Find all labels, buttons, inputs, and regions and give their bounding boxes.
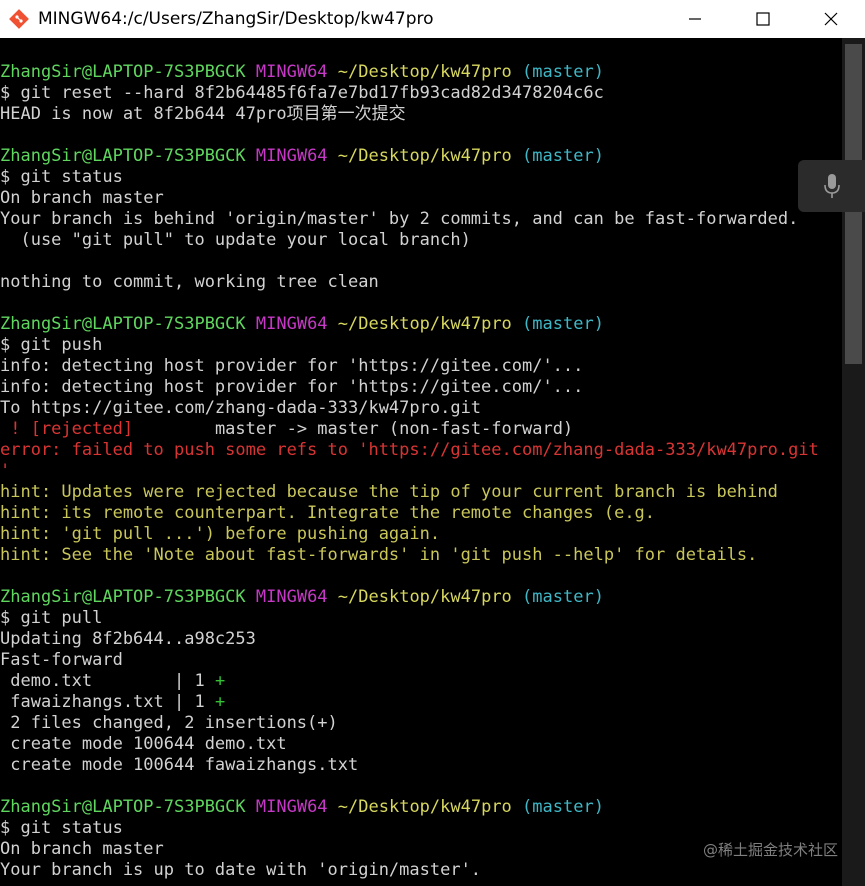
rejected-line: ! [rejected] master -> master (non-fast-… <box>0 419 842 440</box>
close-icon <box>824 12 838 26</box>
output-line: (use "git pull" to update your local bra… <box>0 230 471 250</box>
prompt-line: ZhangSir@LAPTOP-7S3PBGCK MINGW64 ~/Deskt… <box>0 797 842 818</box>
close-button[interactable] <box>797 0 865 38</box>
diffstat-file: fawaizhangs.txt | 1 <box>0 692 215 712</box>
output-line: info: detecting host provider for 'https… <box>0 377 584 397</box>
output-line: create mode 100644 demo.txt <box>0 734 287 754</box>
error-line-tail: ' <box>0 461 11 481</box>
minimize-button[interactable] <box>661 0 729 38</box>
output-line: Your branch is behind 'origin/master' by… <box>0 209 799 229</box>
prompt-env: MINGW64 <box>255 314 328 334</box>
output-line: To https://gitee.com/zhang-dada-333/kw47… <box>0 398 482 418</box>
prompt-path: ~/Desktop/kw47pro <box>337 146 512 166</box>
diffstat-line: demo.txt | 1 + <box>0 671 842 692</box>
output-line: Fast-forward <box>0 650 123 670</box>
prompt-env: MINGW64 <box>255 146 328 166</box>
title-bar[interactable]: MINGW64:/c/Users/ZhangSir/Desktop/kw47pr… <box>0 0 865 38</box>
prompt-user: ZhangSir@LAPTOP-7S3PBGCK <box>0 587 246 607</box>
output-line: On branch master <box>0 188 164 208</box>
prompt-branch: (master) <box>522 797 604 817</box>
command-line: $ git status <box>0 167 123 187</box>
prompt-line: ZhangSir@LAPTOP-7S3PBGCK MINGW64 ~/Deskt… <box>0 146 842 167</box>
prompt-user: ZhangSir@LAPTOP-7S3PBGCK <box>0 62 246 82</box>
microphone-icon <box>823 174 840 198</box>
prompt-path: ~/Desktop/kw47pro <box>337 314 512 334</box>
prompt-line: ZhangSir@LAPTOP-7S3PBGCK MINGW64 ~/Deskt… <box>0 314 842 335</box>
rejected-label: ! [rejected] <box>0 419 134 439</box>
output-line: 2 files changed, 2 insertions(+) <box>0 713 338 733</box>
output-line: Your branch is up to date with 'origin/m… <box>0 860 482 880</box>
terminal-window: MINGW64:/c/Users/ZhangSir/Desktop/kw47pr… <box>0 0 865 886</box>
minimize-icon <box>689 18 701 20</box>
watermark: @稀土掘金技术社区 <box>702 841 838 859</box>
prompt-line: ZhangSir@LAPTOP-7S3PBGCK MINGW64 ~/Deskt… <box>0 587 842 608</box>
diffstat-plus: + <box>214 671 226 691</box>
prompt-user: ZhangSir@LAPTOP-7S3PBGCK <box>0 146 246 166</box>
hint-line: hint: 'git pull ...') before pushing aga… <box>0 524 441 544</box>
prompt-branch: (master) <box>522 314 604 334</box>
voice-input-widget[interactable] <box>798 160 865 212</box>
diffstat-plus: + <box>214 692 226 712</box>
output-line: Updating 8f2b644..a98c253 <box>0 629 256 649</box>
output-line: create mode 100644 fawaizhangs.txt <box>0 755 359 775</box>
rejected-detail: master -> master (non-fast-forward) <box>133 419 574 439</box>
prompt-branch: (master) <box>522 146 604 166</box>
prompt-line: ZhangSir@LAPTOP-7S3PBGCK MINGW64 ~/Deskt… <box>0 62 842 83</box>
prompt-env: MINGW64 <box>255 62 328 82</box>
prompt-user: ZhangSir@LAPTOP-7S3PBGCK <box>0 314 246 334</box>
command-line: $ git pull <box>0 608 103 628</box>
output-line: HEAD is now at 8f2b644 47pro项目第一次提交 <box>0 104 406 124</box>
window-controls <box>661 0 865 38</box>
git-bash-icon <box>8 8 30 30</box>
diffstat-line: fawaizhangs.txt | 1 + <box>0 692 842 713</box>
prompt-path: ~/Desktop/kw47pro <box>337 62 512 82</box>
maximize-icon <box>756 12 770 26</box>
command-line: $ git status <box>0 818 123 838</box>
prompt-branch: (master) <box>522 587 604 607</box>
maximize-button[interactable] <box>729 0 797 38</box>
prompt-env: MINGW64 <box>255 797 328 817</box>
prompt-user: ZhangSir@LAPTOP-7S3PBGCK <box>0 797 246 817</box>
prompt-branch: (master) <box>522 62 604 82</box>
prompt-path: ~/Desktop/kw47pro <box>337 797 512 817</box>
command-line: $ git reset --hard 8f2b64485f6fa7e7bd17f… <box>0 83 604 103</box>
hint-line: hint: Updates were rejected because the … <box>0 482 778 502</box>
output-line: info: detecting host provider for 'https… <box>0 356 584 376</box>
diffstat-file: demo.txt | 1 <box>0 671 215 691</box>
output-line: nothing to commit, working tree clean <box>0 272 379 292</box>
prompt-path: ~/Desktop/kw47pro <box>337 587 512 607</box>
terminal-output[interactable]: ZhangSir@LAPTOP-7S3PBGCK MINGW64 ~/Deskt… <box>0 62 842 886</box>
hint-line: hint: its remote counterpart. Integrate … <box>0 503 656 523</box>
error-line: error: failed to push some refs to 'http… <box>0 440 819 460</box>
command-line: $ git push <box>0 335 103 355</box>
window-title: MINGW64:/c/Users/ZhangSir/Desktop/kw47pr… <box>38 9 434 29</box>
hint-line: hint: See the 'Note about fast-forwards'… <box>0 545 758 565</box>
prompt-env: MINGW64 <box>255 587 328 607</box>
